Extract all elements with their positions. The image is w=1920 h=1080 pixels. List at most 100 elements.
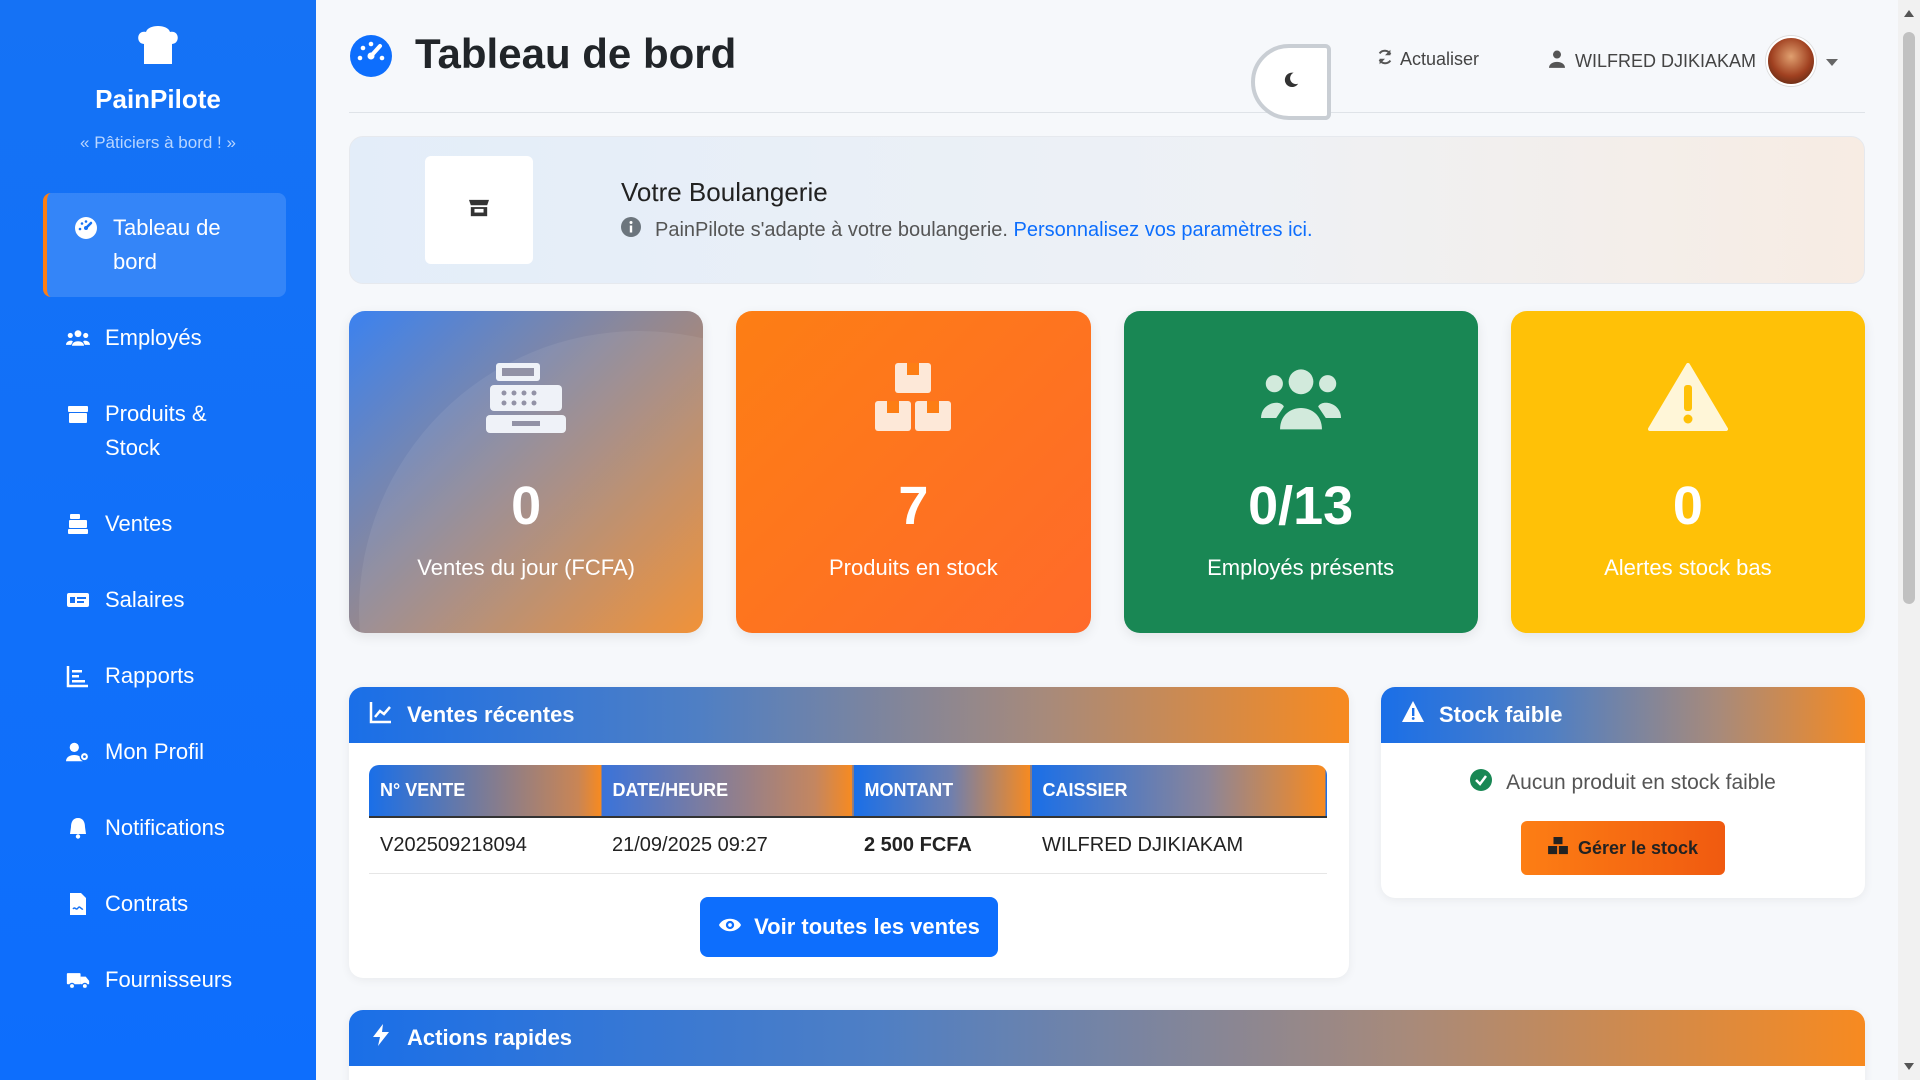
page-header: Tableau de bord Actualiser WILFRED DJIKI… bbox=[349, 0, 1865, 120]
sidebar-item-salaires[interactable]: Salaires bbox=[43, 565, 286, 635]
cash-register-icon bbox=[65, 507, 91, 541]
stat-label: Produits en stock bbox=[829, 555, 998, 580]
sidebar-item-rapports[interactable]: Rapports bbox=[43, 641, 286, 711]
store-icon bbox=[468, 198, 490, 223]
sidebar-item-label: Mon Profil bbox=[105, 739, 205, 764]
recent-sales-table: N° VENTE DATE/HEURE MONTANT CAISSIER V20… bbox=[369, 765, 1327, 874]
cash-register-icon bbox=[349, 363, 703, 433]
user-cog-icon bbox=[65, 735, 91, 769]
gauge-icon bbox=[349, 34, 393, 78]
file-contract-icon bbox=[65, 887, 91, 921]
bolt-icon bbox=[369, 1023, 393, 1053]
view-all-sales-button[interactable]: Voir toutes les ventes bbox=[700, 897, 998, 957]
panel-header: Actions rapides bbox=[349, 1010, 1865, 1066]
stat-card-products[interactable]: 7 Produits en stock bbox=[736, 311, 1091, 633]
table-header-row: N° VENTE DATE/HEURE MONTANT CAISSIER bbox=[369, 765, 1327, 817]
refresh-icon bbox=[1376, 48, 1394, 71]
main-content: Tableau de bord Actualiser WILFRED DJIKI… bbox=[349, 0, 1865, 1080]
column-header[interactable]: N° VENTE bbox=[369, 765, 601, 817]
sidebar-item-notifications[interactable]: Notifications bbox=[43, 793, 286, 863]
eye-icon bbox=[718, 914, 742, 940]
sidebar-item-label: Produits & Stock bbox=[105, 401, 207, 460]
refresh-label: Actualiser bbox=[1400, 49, 1480, 69]
brand-name[interactable]: PainPilote bbox=[0, 84, 316, 115]
page-title: Tableau de bord bbox=[415, 30, 737, 77]
users-icon bbox=[65, 321, 91, 355]
recent-sales-panel: Ventes récentes N° VENTE DATE/HEURE MONT… bbox=[349, 687, 1349, 978]
theme-toggle-button[interactable] bbox=[1251, 44, 1331, 120]
sidebar-item-tableau-de-bord[interactable]: Tableau de bord bbox=[43, 193, 286, 297]
column-header[interactable]: DATE/HEURE bbox=[601, 765, 853, 817]
banner-title: Votre Boulangerie bbox=[621, 177, 828, 207]
manage-stock-button[interactable]: Gérer le stock bbox=[1521, 821, 1725, 875]
box-icon bbox=[65, 397, 91, 431]
panel-header: Stock faible bbox=[1381, 687, 1865, 743]
panel-title: Ventes récentes bbox=[407, 702, 575, 727]
sidebar-item-mon-profil[interactable]: Mon Profil bbox=[43, 717, 286, 787]
stat-label: Employés présents bbox=[1207, 555, 1395, 580]
stat-label: Ventes du jour (FCFA) bbox=[417, 555, 635, 580]
info-icon bbox=[621, 217, 641, 243]
sidebar-item-label: Employés bbox=[105, 325, 202, 350]
stat-value: 0 bbox=[511, 476, 542, 536]
gauge-icon bbox=[73, 211, 99, 245]
sale-datetime: 21/09/2025 09:27 bbox=[601, 817, 853, 874]
stat-value: 0 bbox=[1672, 476, 1703, 536]
stat-card-daily-sales[interactable]: 0 Ventes du jour (FCFA) bbox=[349, 311, 704, 633]
brand-tagline: « Pâticiers à bord ! » bbox=[80, 133, 236, 152]
warning-icon bbox=[1511, 363, 1865, 433]
stat-card-low-stock-alerts[interactable]: 0 Alertes stock bas bbox=[1510, 311, 1865, 633]
info-banner: Votre Boulangerie PainPilote s'adapte à … bbox=[349, 136, 1865, 284]
scroll-down-arrow[interactable] bbox=[1904, 1063, 1914, 1070]
column-header[interactable]: MONTANT bbox=[853, 765, 1031, 817]
sidebar-item-produits-stock[interactable]: Produits & Stock bbox=[43, 379, 286, 483]
boxes-icon bbox=[736, 363, 1090, 433]
bell-icon bbox=[65, 811, 91, 845]
quick-actions-panel: Actions rapides bbox=[349, 1010, 1865, 1080]
brand: PainPilote « Pâticiers à bord ! » bbox=[0, 0, 316, 153]
sidebar-item-label: Contrats bbox=[105, 891, 189, 916]
refresh-button[interactable]: Actualiser bbox=[1376, 48, 1479, 71]
panel-header: Ventes récentes bbox=[349, 687, 1349, 743]
stat-value: 7 bbox=[898, 476, 929, 536]
boxes-icon bbox=[1548, 836, 1568, 860]
sidebar-item-contrats[interactable]: Contrats bbox=[43, 869, 286, 939]
sidebar-item-fournisseurs[interactable]: Fournisseurs bbox=[43, 945, 286, 1015]
sidebar-item-ventes[interactable]: Ventes bbox=[43, 489, 286, 559]
check-circle-icon bbox=[1470, 769, 1493, 797]
column-header[interactable]: CAISSIER bbox=[1031, 765, 1327, 817]
user-name: WILFRED DJIKIAKAM bbox=[1575, 50, 1757, 71]
user-menu[interactable]: WILFRED DJIKIAKAM bbox=[1549, 36, 1839, 86]
table-row[interactable]: V202509218094 21/09/2025 09:27 2 500 FCF… bbox=[369, 817, 1327, 874]
stat-card-employees-present[interactable]: 0/13 Employés présents bbox=[1123, 311, 1478, 633]
sidebar-item-label: Ventes bbox=[105, 511, 173, 536]
avatar[interactable] bbox=[1766, 36, 1817, 86]
sidebar: PainPilote « Pâticiers à bord ! » Tablea… bbox=[0, 0, 316, 1080]
chef-hat-icon bbox=[134, 24, 182, 66]
low-stock-message: Aucun produit en stock faible bbox=[1506, 771, 1776, 794]
bakery-logo bbox=[425, 156, 533, 264]
stat-label: Alertes stock bas bbox=[1604, 555, 1772, 580]
truck-icon bbox=[65, 963, 91, 997]
panel-title: Actions rapides bbox=[407, 1025, 573, 1050]
money-bill-icon bbox=[65, 583, 91, 617]
sale-number: V202509218094 bbox=[369, 817, 601, 874]
page-scrollbar[interactable] bbox=[1898, 0, 1920, 1080]
low-stock-message-row: Aucun produit en stock faible bbox=[1381, 769, 1865, 797]
stat-value: 0/13 bbox=[1248, 476, 1354, 536]
low-stock-panel: Stock faible Aucun produit en stock faib… bbox=[1381, 687, 1865, 898]
banner-text: PainPilote s'adapte à votre boulangerie. bbox=[655, 218, 1008, 241]
scroll-up-arrow[interactable] bbox=[1904, 10, 1914, 17]
stats-row: 0 Ventes du jour (FCFA) 7 Produits en st… bbox=[349, 311, 1865, 633]
view-all-label: Voir toutes les ventes bbox=[754, 914, 980, 939]
panel-title: Stock faible bbox=[1439, 702, 1563, 727]
moon-icon bbox=[1282, 71, 1300, 94]
chevron-down-icon[interactable] bbox=[1826, 51, 1839, 72]
sidebar-item-label: Notifications bbox=[105, 815, 225, 840]
sidebar-item-employes[interactable]: Employés bbox=[43, 303, 286, 373]
settings-link[interactable]: Personnalisez vos paramètres ici. bbox=[1014, 219, 1313, 241]
sidebar-item-label: Tableau de bord bbox=[113, 215, 221, 274]
sidebar-item-label: Rapports bbox=[105, 663, 195, 688]
scroll-thumb[interactable] bbox=[1903, 32, 1915, 604]
sale-amount: 2 500 FCFA bbox=[853, 817, 1031, 874]
